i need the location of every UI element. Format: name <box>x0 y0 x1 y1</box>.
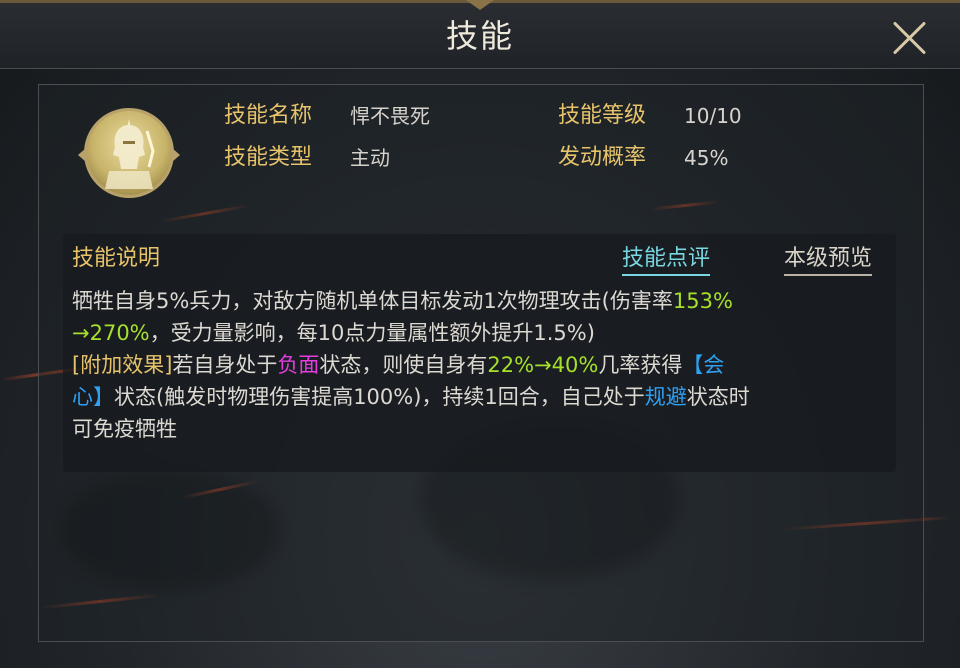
description-text-segment: 若自身处于 <box>172 353 278 377</box>
debuff-keyword: 负面 <box>277 353 320 377</box>
buff-keyword[interactable]: 【会 <box>682 353 724 377</box>
description-text-segment: 可免疫牺牲 <box>72 417 177 441</box>
skill-level-label: 技能等级 <box>558 103 647 128</box>
damage-rate-value: 153% <box>672 289 733 313</box>
tab-skill-review[interactable]: 技能点评 <box>622 244 711 276</box>
icon-frame-right <box>172 148 180 162</box>
skill-description-text: 牺牲自身5%兵力，对敌方随机单体目标发动1次物理攻击(伤害率153% →270%… <box>72 285 882 445</box>
description-text-segment: 状态，则使自身有 <box>319 353 488 377</box>
extra-effect-tag: [附加效果] <box>72 353 173 377</box>
trigger-chance-value: 45% <box>684 146 729 170</box>
spartan-warrior-icon <box>84 108 174 198</box>
skill-type-value: 主动 <box>350 146 390 170</box>
evade-keyword[interactable]: 规避 <box>645 385 687 409</box>
skill-name-value: 悍不畏死 <box>350 104 430 128</box>
description-text-segment: 状态时 <box>686 385 750 409</box>
skill-icon[interactable] <box>78 104 180 204</box>
close-button[interactable] <box>886 14 934 62</box>
skill-name-label: 技能名称 <box>224 103 313 128</box>
tab-level-preview[interactable]: 本级预览 <box>784 244 873 276</box>
damage-rate-upgrade: →270% <box>72 321 150 345</box>
skill-type-label: 技能类型 <box>224 145 313 170</box>
chance-upgrade-value: 22%→40% <box>487 353 599 377</box>
description-text-segment: 几率获得 <box>598 353 683 377</box>
description-line-5: 可免疫牺牲 <box>72 413 882 445</box>
skill-description-title: 技能说明 <box>72 246 161 271</box>
description-line-4: 心】状态(触发时物理伤害提高100%)，持续1回合，自己处于规避状态时 <box>72 381 882 413</box>
description-text-segment: ，受力量影响，每10点力量属性额外提升1.5%) <box>149 321 595 345</box>
buff-keyword-end[interactable]: 心】 <box>72 385 114 409</box>
description-text-segment: 牺牲自身5%兵力，对敌方随机单体目标发动1次物理攻击(伤害率 <box>72 289 673 313</box>
title-bar: 技能 <box>0 0 960 69</box>
skill-level-value: 10/10 <box>684 104 742 128</box>
description-line-1: 牺牲自身5%兵力，对敌方随机单体目标发动1次物理攻击(伤害率153% <box>72 285 882 317</box>
description-text-segment: 状态(触发时物理伤害提高100%)，持续1回合，自己处于 <box>114 385 645 409</box>
trigger-chance-label: 发动概率 <box>558 145 647 170</box>
description-line-3: [附加效果]若自身处于负面状态，则使自身有22%→40%几率获得【会 <box>72 349 882 381</box>
page-title: 技能 <box>445 17 514 55</box>
title-bar-ornament <box>466 0 494 10</box>
description-line-2: →270%，受力量影响，每10点力量属性额外提升1.5%) <box>72 317 882 349</box>
